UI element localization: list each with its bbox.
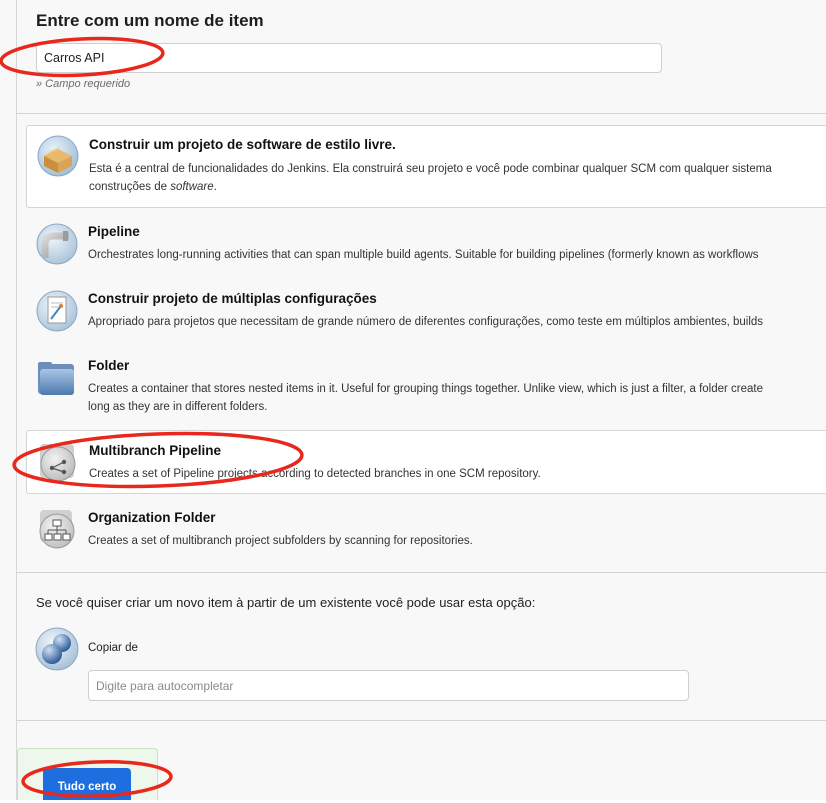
item-type-description: Creates a container that stores nested i… bbox=[88, 383, 764, 413]
item-type-description: Apropriado para projetos que necessitam … bbox=[88, 316, 764, 328]
organization-folder-icon bbox=[39, 510, 75, 549]
item-type-title: Folder bbox=[88, 358, 130, 373]
item-type-freestyle[interactable]: Construir um projeto de software de esti… bbox=[26, 125, 826, 208]
item-type-title: Construir projeto de múltiplas configura… bbox=[88, 291, 377, 306]
item-type-multi-configuration[interactable]: Construir projeto de múltiplas configura… bbox=[26, 285, 826, 343]
folder-icon bbox=[38, 362, 74, 395]
item-name-input[interactable]: Carros API bbox=[36, 43, 662, 73]
item-name-title: Entre com um nome de item bbox=[36, 11, 264, 30]
copy-spheres-icon bbox=[35, 627, 79, 671]
copy-from-input[interactable] bbox=[88, 670, 689, 701]
item-type-title: Construir um projeto de software de esti… bbox=[89, 137, 396, 152]
multi-config-icon bbox=[36, 290, 78, 332]
copy-from-label: Copiar de bbox=[88, 642, 138, 654]
freestyle-box-icon bbox=[37, 135, 79, 177]
item-type-folder[interactable]: Folder Creates a container that stores n… bbox=[26, 352, 826, 424]
item-type-description: Creates a set of Pipeline projects accor… bbox=[89, 468, 541, 480]
item-type-pipeline[interactable]: Pipeline Orchestrates long-running activ… bbox=[26, 218, 826, 276]
copy-intro-text: Se você quiser criar um novo item à part… bbox=[36, 595, 536, 610]
item-type-organization-folder[interactable]: Organization Folder Creates a set of mul… bbox=[26, 504, 826, 562]
item-type-title: Multibranch Pipeline bbox=[89, 443, 222, 458]
required-field-note: » Campo requerido bbox=[36, 78, 131, 90]
pipeline-pipe-icon bbox=[36, 223, 78, 265]
item-type-description: Creates a set of multibranch project sub… bbox=[88, 535, 473, 547]
item-type-description: Orchestrates long-running activities tha… bbox=[88, 249, 759, 261]
multibranch-pipeline-icon bbox=[40, 444, 76, 482]
item-type-multibranch-pipeline[interactable]: Multibranch Pipeline Creates a set of Pi… bbox=[26, 430, 826, 494]
item-type-title: Organization Folder bbox=[88, 510, 216, 525]
item-type-title: Pipeline bbox=[88, 224, 140, 239]
ok-button[interactable]: Tudo certo bbox=[43, 768, 131, 800]
item-type-description: Esta é a central de funcionalidades do J… bbox=[89, 163, 772, 193]
